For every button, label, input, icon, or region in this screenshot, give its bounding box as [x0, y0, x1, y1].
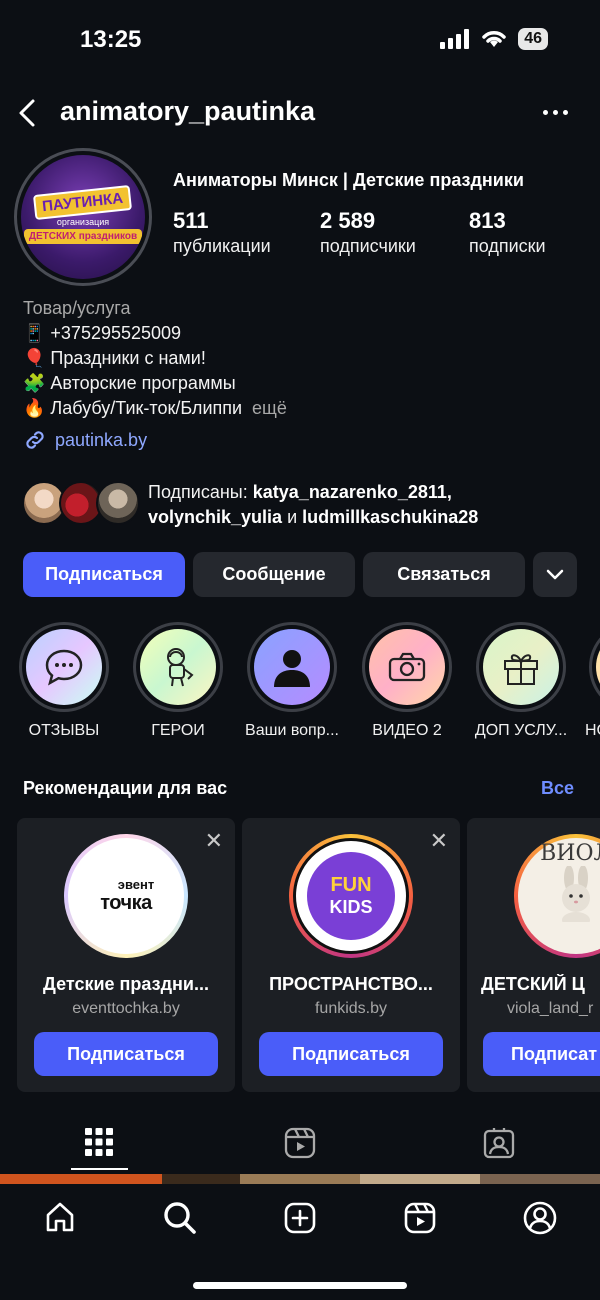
dismiss-icon[interactable]: ✕	[430, 828, 448, 854]
stat-following[interactable]: 813 подписки	[469, 208, 546, 257]
bio-line-phone: 📱 +375295525009	[23, 323, 182, 343]
profile-full-name: Аниматоры Минск | Детские праздники	[173, 170, 524, 190]
highlight-heroes[interactable]: ГЕРОИ	[132, 622, 224, 740]
recommendation-subtitle: viola_land_r	[507, 1000, 594, 1017]
chat-bubble-icon	[45, 649, 83, 686]
card-logo-top: эвент	[117, 877, 155, 892]
highlight-partial[interactable]: НС	[585, 622, 600, 740]
active-tab-indicator	[71, 1168, 128, 1170]
stat-posts-label: публикации	[173, 236, 271, 256]
reels-tab-icon[interactable]	[284, 1127, 316, 1159]
card-logo-top: ВИОЛ	[540, 840, 600, 866]
stat-following-label: подписки	[469, 236, 546, 256]
recommendation-follow-button[interactable]: Подписаться	[34, 1032, 218, 1076]
recommendations-title: Рекомендации для вас	[23, 778, 228, 798]
back-arrow-icon[interactable]	[16, 98, 40, 128]
wifi-icon	[482, 31, 506, 47]
followed-user-3: ludmillkaschukina28	[302, 507, 479, 527]
bio-line-characters: 🔥 Лабубу/Тик-ток/Блиппи ещё	[23, 396, 287, 421]
stat-following-count: 813	[469, 208, 506, 233]
stat-followers[interactable]: 2 589 подписчики	[320, 208, 416, 257]
bio-line-holidays: 🎈 Праздники с нами!	[23, 348, 206, 368]
profile-username: animatory_pautinka	[60, 96, 316, 126]
bio-line-characters-text: 🔥 Лабубу/Тик-ток/Блиппи	[23, 398, 243, 418]
status-icons: 46	[440, 28, 548, 50]
website-text: pautinka.by	[55, 429, 148, 450]
astronaut-icon	[167, 648, 194, 687]
battery-indicator: 46	[518, 28, 548, 50]
more-options-icon[interactable]	[543, 110, 568, 115]
profile-website-link[interactable]: pautinka.by	[23, 428, 147, 452]
recommendation-follow-button[interactable]: Подписаться	[259, 1032, 443, 1076]
recommendations-see-all[interactable]: Все	[541, 778, 574, 799]
highlight-video-2[interactable]: ВИДЕО 2	[361, 622, 453, 740]
stat-followers-count: 2 589	[320, 208, 376, 233]
posts-grid-preview[interactable]	[0, 1174, 600, 1184]
followed-user-1: katya_nazarenko_2811,	[252, 482, 452, 502]
message-button[interactable]: Сообщение	[193, 552, 355, 597]
followed-by-text[interactable]: Подписаны: katya_nazarenko_2811, volynch…	[148, 480, 588, 530]
dismiss-icon[interactable]: ✕	[205, 828, 223, 854]
recommendation-avatar: эвент точка	[64, 834, 188, 958]
recommendation-card[interactable]: ✕ эвент точка Детские праздни... eventto…	[17, 818, 235, 1092]
recommendation-name: Детские праздни...	[43, 974, 209, 994]
signal-icon	[440, 29, 470, 49]
recommendation-follow-button[interactable]: Подписат	[483, 1032, 600, 1076]
highlight-label: НС	[585, 722, 600, 739]
recommendation-name: ДЕТСКИЙ Ц	[481, 974, 585, 994]
recommendation-subtitle: eventtochka.by	[72, 1000, 180, 1017]
profile-icon[interactable]	[523, 1201, 557, 1235]
highlight-your-questions[interactable]: Ваши вопр...	[245, 622, 339, 740]
recommendation-card[interactable]: ✕ FUN KIDS ПРОСТРАНСТВО... funkids.by По…	[242, 818, 460, 1092]
contact-button[interactable]: Связаться	[363, 552, 525, 597]
followed-and: и	[287, 507, 298, 527]
stat-posts-count: 511	[173, 208, 209, 233]
follow-button[interactable]: Подписаться	[23, 552, 185, 597]
recommendation-avatar: FUN KIDS	[289, 834, 413, 958]
search-icon[interactable]	[163, 1201, 197, 1235]
suggested-accounts-button[interactable]	[533, 552, 577, 597]
highlight-label: ВИДЕО 2	[372, 722, 442, 739]
profile-category: Товар/услуга	[23, 298, 131, 318]
bio-line-programs: 🧩 Авторские программы	[23, 373, 236, 393]
card-logo-bottom: точка	[100, 892, 152, 914]
recommendation-avatar: ВИОЛ	[514, 834, 600, 958]
avatar-logo-mid: организация	[56, 217, 110, 227]
bunny-icon	[562, 865, 590, 922]
camera-icon	[388, 652, 426, 682]
profile-bio: Товар/услуга 📱 +375295525009 🎈 Праздники…	[23, 296, 287, 421]
highlight-reviews[interactable]: ОТЗЫВЫ	[18, 622, 110, 740]
avatar-logo-top: ПАУТИНКА	[33, 184, 133, 221]
card-logo-bottom: KIDS	[329, 897, 373, 917]
highlight-extra-services[interactable]: ДОП УСЛУ...	[475, 622, 567, 740]
follower-avatar-3[interactable]	[96, 481, 140, 525]
stat-followers-label: подписчики	[320, 236, 416, 256]
followed-prefix: Подписаны:	[148, 482, 248, 502]
bio-more-link[interactable]: ещё	[252, 398, 287, 418]
status-time: 13:25	[80, 26, 142, 53]
tagged-tab-icon[interactable]	[483, 1127, 515, 1159]
reels-icon[interactable]	[404, 1202, 436, 1234]
recommendation-card[interactable]: ВИОЛ ДЕТСКИЙ Ц viola_land_r Подписат	[467, 818, 600, 1092]
home-icon[interactable]	[44, 1201, 76, 1233]
card-logo-top: FUN	[330, 874, 372, 896]
highlight-label: Ваши вопр...	[245, 722, 339, 739]
highlight-label: ДОП УСЛУ...	[474, 722, 568, 739]
home-indicator[interactable]	[193, 1282, 407, 1289]
person-icon	[274, 650, 310, 687]
stat-posts[interactable]: 511 публикации	[173, 208, 271, 257]
followed-user-2: volynchik_yulia	[148, 507, 283, 527]
recommendation-name: ПРОСТРАНСТВО...	[269, 974, 433, 994]
highlight-label: ОТЗЫВЫ	[28, 722, 100, 739]
create-post-icon[interactable]	[284, 1202, 316, 1234]
gift-icon	[504, 654, 538, 685]
avatar-logo-bottom: ДЕТСКИХ праздников	[23, 229, 143, 244]
highlight-label: ГЕРОИ	[151, 722, 205, 739]
link-icon	[26, 431, 44, 449]
avatar-logo: ПАУТИНКА организация ДЕТСКИХ праздников	[21, 155, 145, 279]
chevron-down-icon	[546, 569, 564, 579]
grid-icon[interactable]	[85, 1128, 113, 1156]
profile-avatar[interactable]: ПАУТИНКА организация ДЕТСКИХ праздников	[14, 148, 152, 286]
recommendation-subtitle: funkids.by	[314, 1000, 388, 1017]
